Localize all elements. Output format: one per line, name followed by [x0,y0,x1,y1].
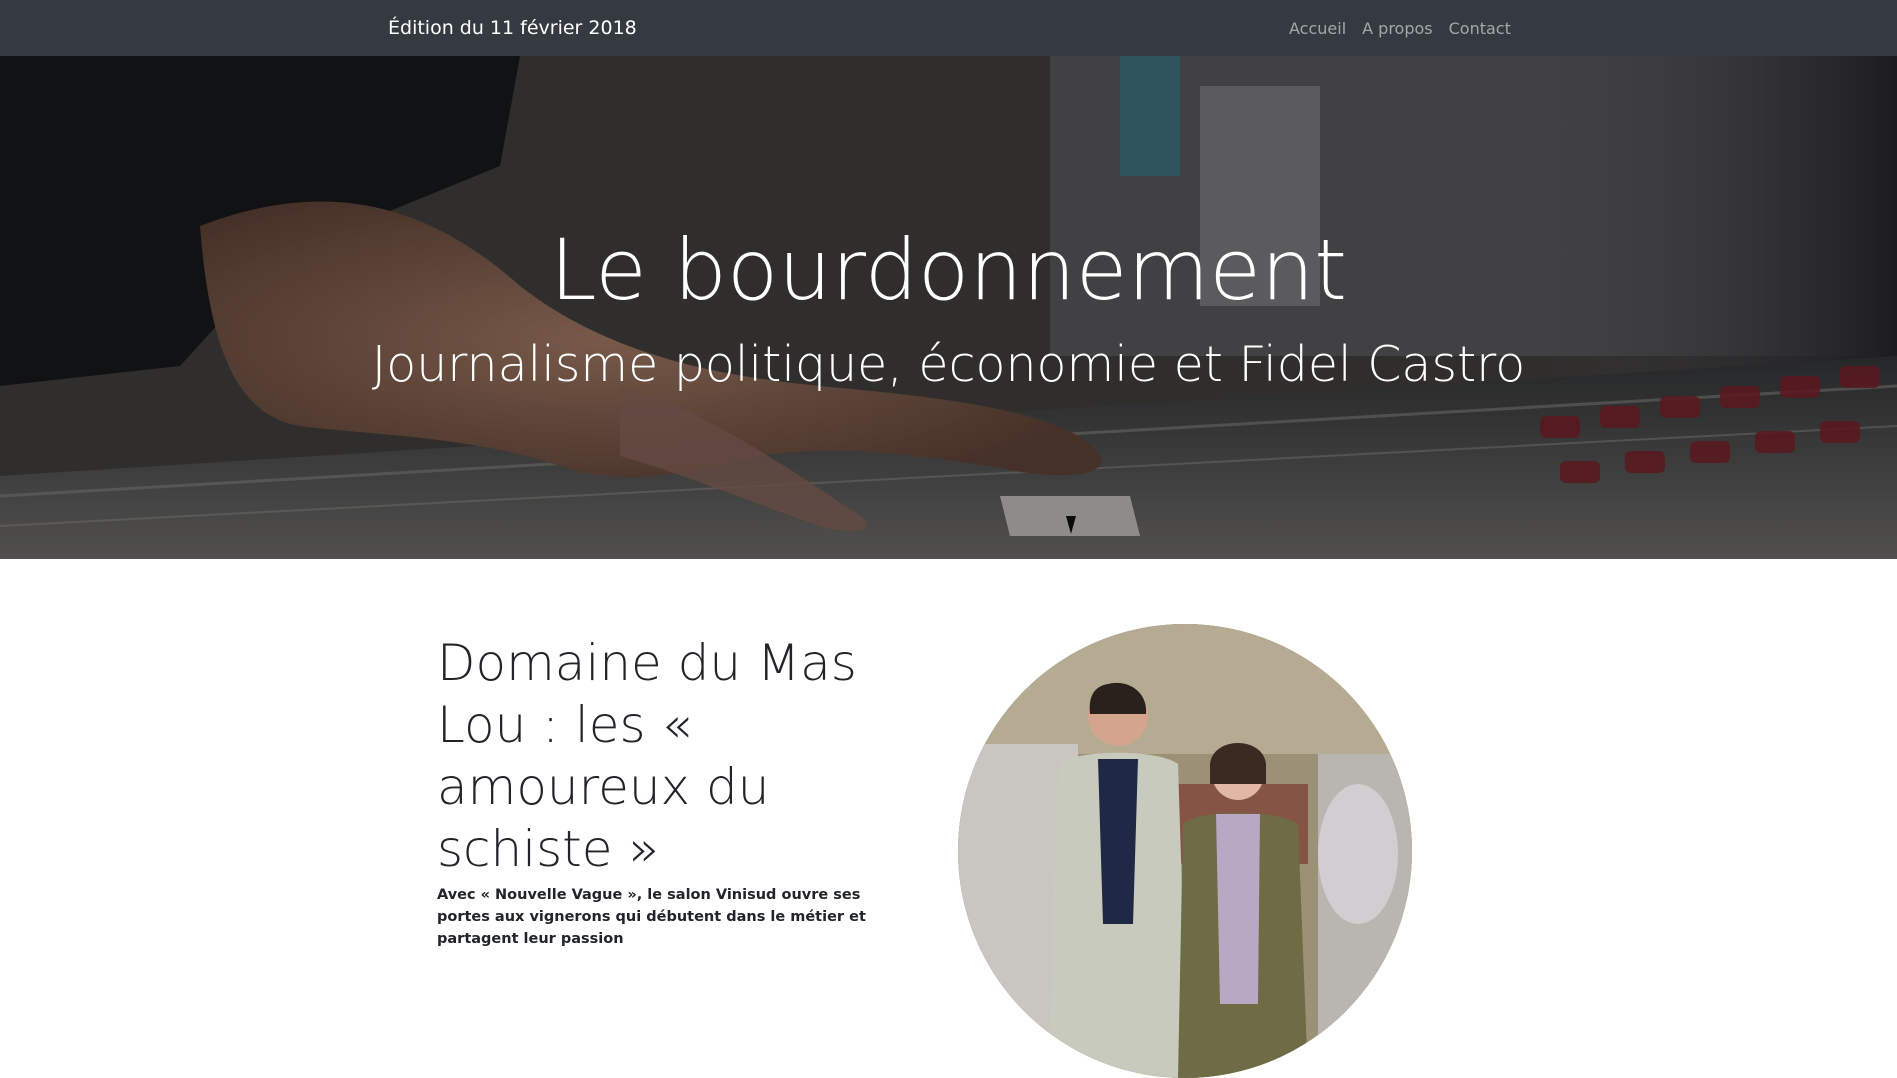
nav-link-a-propos[interactable]: A propos [1362,19,1432,38]
site-title: Le bourdonnement [549,221,1348,319]
hero-header: Le bourdonnement Journalisme politique, … [0,56,1897,559]
site-subtitle: Journalisme politique, économie et Fidel… [371,336,1526,393]
nav-link-contact[interactable]: Contact [1449,19,1511,38]
article-lead: Avec « Nouvelle Vague », le salon Vinisu… [437,887,866,947]
top-navbar: Édition du 11 février 2018 Accueil A pro… [0,0,1897,56]
article-photo[interactable] [958,624,1412,1078]
nav-link-accueil[interactable]: Accueil [1289,19,1346,38]
nav-links: Accueil A propos Contact [1289,19,1511,38]
winemakers-photo-image [958,624,1412,1078]
navbar-brand[interactable]: Édition du 11 février 2018 [388,17,637,39]
article-title[interactable]: Domaine du Mas Lou : les « amoureux du s… [437,632,897,880]
